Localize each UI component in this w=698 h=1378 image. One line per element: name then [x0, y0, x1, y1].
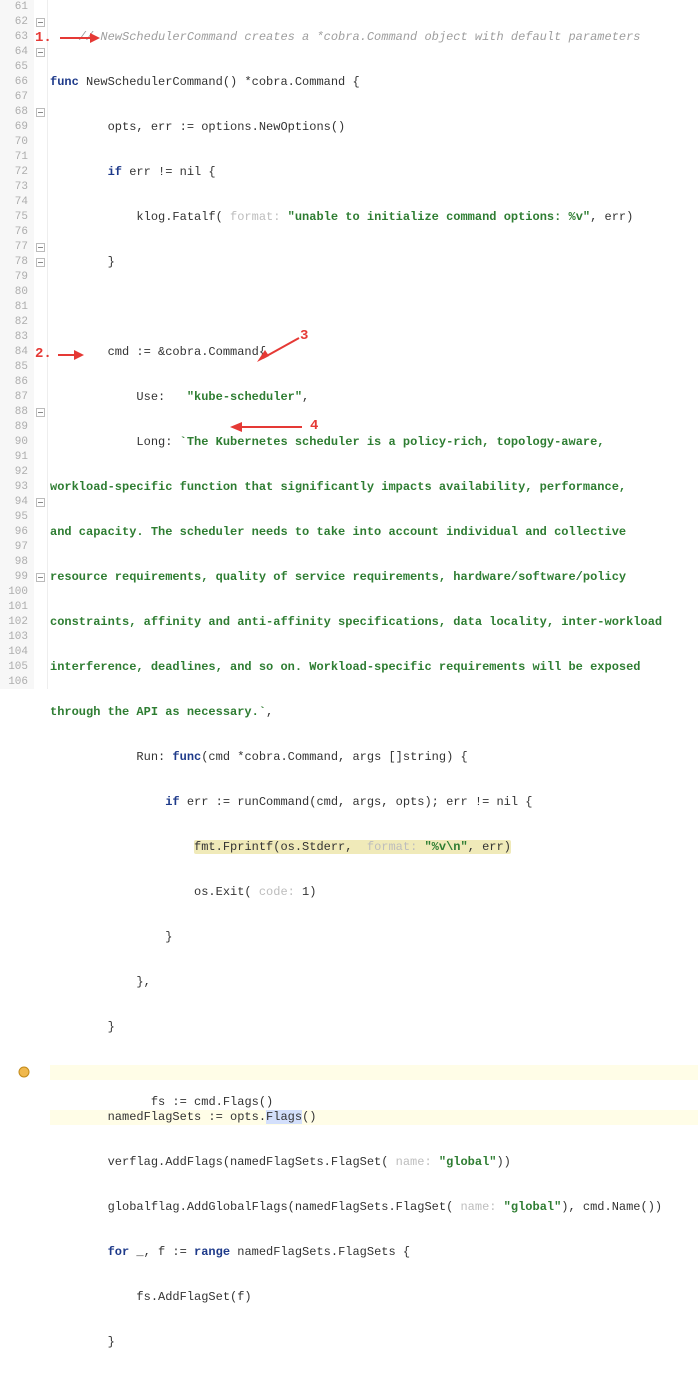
line-number: 79 — [2, 270, 28, 285]
line-number: 104 — [2, 645, 28, 660]
line-number: 86 — [2, 375, 28, 390]
annotation-3: 3 — [300, 328, 308, 344]
line-number: 72 — [2, 165, 28, 180]
line-number: 90 — [2, 435, 28, 450]
line-number: 99 — [2, 570, 28, 585]
line-number-gutter: 61 62 63 64 65 66 67 68 69 70 71 72 73 7… — [0, 0, 34, 689]
code-editor: 61 62 63 64 65 66 67 68 69 70 71 72 73 7… — [0, 0, 698, 689]
line-number: 67 — [2, 90, 28, 105]
fold-toggle-icon[interactable] — [34, 405, 47, 420]
line-number: 64 — [2, 45, 28, 60]
line-number: 80 — [2, 285, 28, 300]
code-line: // NewSchedulerCommand creates a *cobra.… — [50, 30, 641, 44]
line-number: 65 — [2, 60, 28, 75]
line-number: 91 — [2, 450, 28, 465]
line-number: 102 — [2, 615, 28, 630]
line-number: 101 — [2, 600, 28, 615]
line-number: 73 — [2, 180, 28, 195]
line-number: 94 — [2, 495, 28, 510]
line-number: 70 — [2, 135, 28, 150]
annotation-2: 2. — [35, 346, 52, 362]
line-number: 93 — [2, 480, 28, 495]
fold-toggle-icon[interactable] — [34, 240, 47, 255]
line-number: 103 — [2, 630, 28, 645]
line-number: 100 — [2, 585, 28, 600]
line-number: 105 — [2, 660, 28, 675]
line-number: 77 — [2, 240, 28, 255]
fold-toggle-icon[interactable] — [34, 570, 47, 585]
line-number: 63 — [2, 30, 28, 45]
current-line: fs := cmd.Flags() — [50, 1065, 698, 1080]
line-number: 71 — [2, 150, 28, 165]
line-number: 95 — [2, 510, 28, 525]
line-number: 61 — [2, 0, 28, 15]
fold-toggle-icon[interactable] — [34, 255, 47, 270]
line-number: 89 — [2, 420, 28, 435]
arrow-icon — [255, 336, 301, 362]
line-number: 87 — [2, 390, 28, 405]
line-number: 69 — [2, 120, 28, 135]
line-number: 85 — [2, 360, 28, 375]
line-number: 66 — [2, 75, 28, 90]
annotation-4: 4 — [310, 418, 318, 434]
line-number: 96 — [2, 525, 28, 540]
fold-gutter — [34, 0, 48, 689]
line-number: 78 — [2, 255, 28, 270]
annotation-1: 1. — [35, 30, 52, 46]
line-number: 106 — [2, 675, 28, 690]
breakpoint-icon[interactable] — [18, 1066, 30, 1078]
arrow-icon — [58, 349, 84, 361]
line-number: 82 — [2, 315, 28, 330]
line-number: 88 — [2, 405, 28, 420]
line-number: 98 — [2, 555, 28, 570]
arrow-icon — [230, 421, 302, 433]
line-number: 62 — [2, 15, 28, 30]
line-number: 75 — [2, 210, 28, 225]
arrow-icon — [60, 32, 100, 44]
fold-toggle-icon[interactable] — [34, 15, 47, 30]
line-number: 83 — [2, 330, 28, 345]
fold-toggle-icon[interactable] — [34, 45, 47, 60]
fold-toggle-icon[interactable] — [34, 105, 47, 120]
code-area[interactable]: // NewSchedulerCommand creates a *cobra.… — [48, 0, 698, 689]
fold-toggle-icon[interactable] — [34, 495, 47, 510]
line-number: 76 — [2, 225, 28, 240]
line-number: 92 — [2, 465, 28, 480]
line-number: 97 — [2, 540, 28, 555]
line-number: 68 — [2, 105, 28, 120]
selection: Flags — [266, 1110, 302, 1124]
line-number: 74 — [2, 195, 28, 210]
line-number: 81 — [2, 300, 28, 315]
line-number: 84 — [2, 345, 28, 360]
